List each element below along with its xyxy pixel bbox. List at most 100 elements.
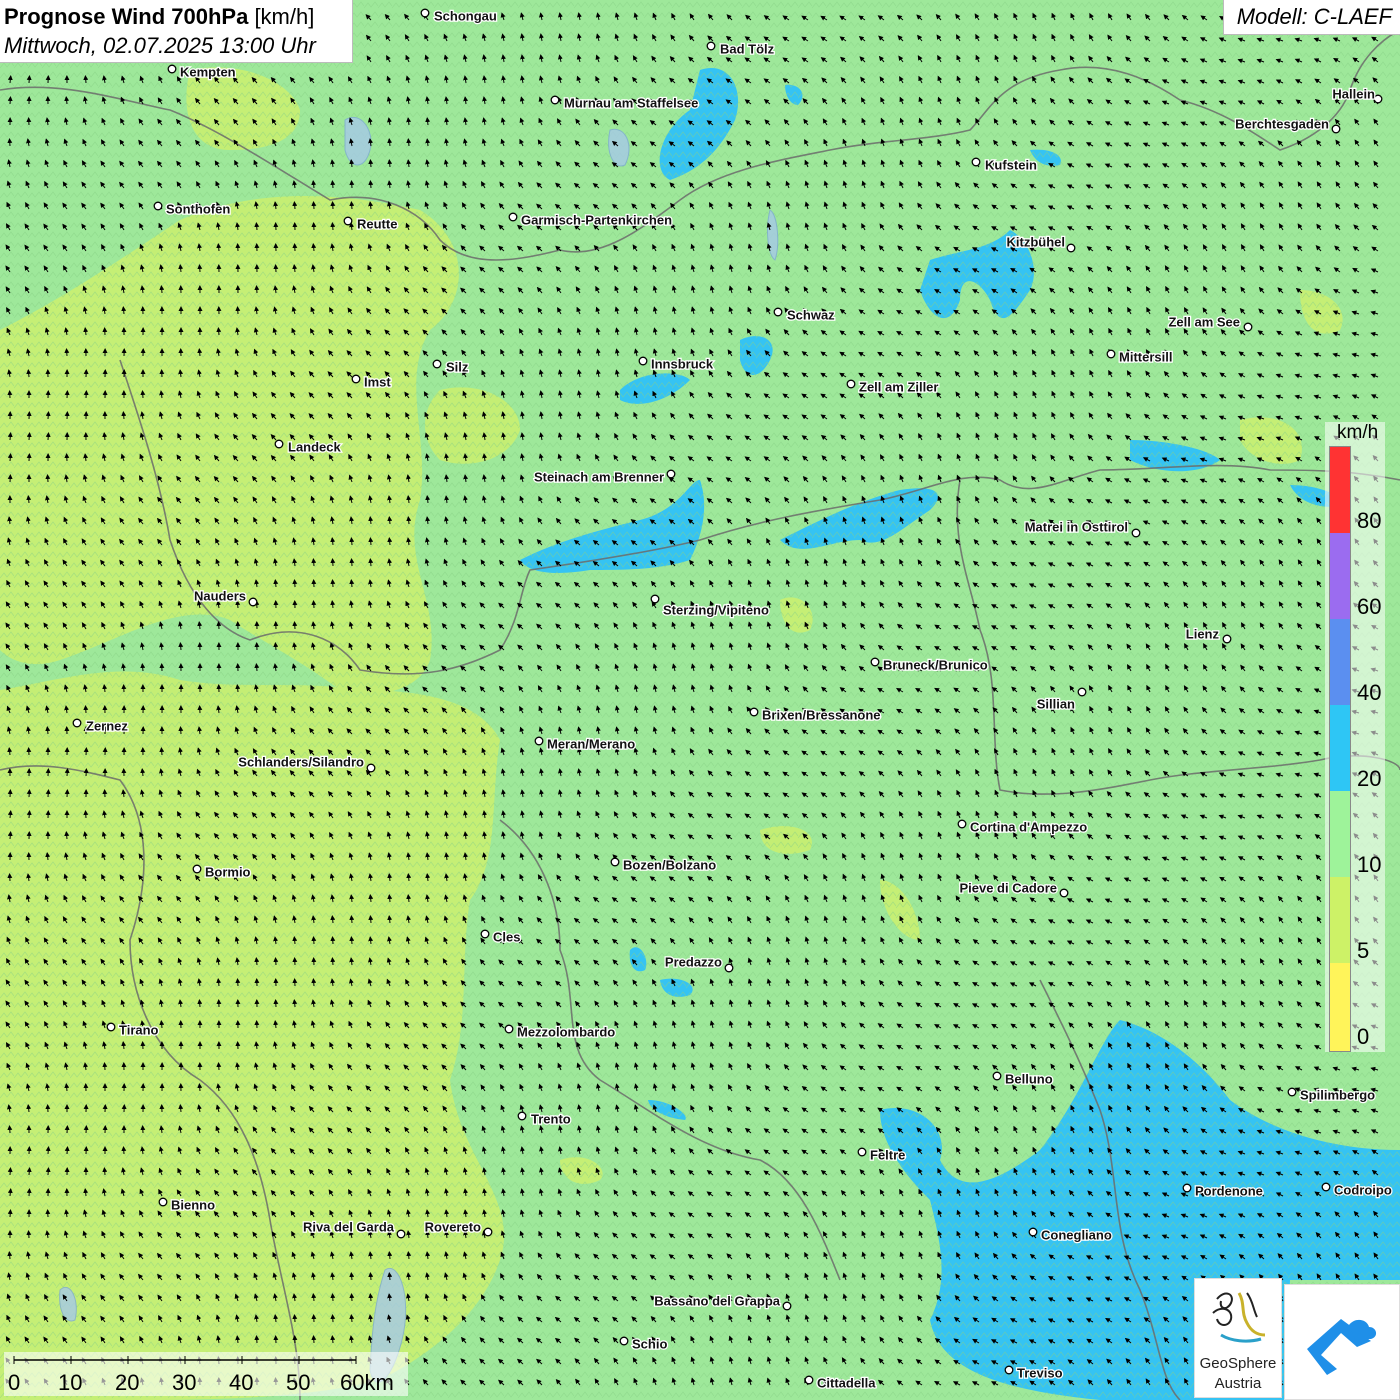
wind-arrow [368, 558, 374, 567]
wind-arrow [273, 642, 279, 651]
city-label: Kufstein [985, 157, 1037, 172]
wind-arrow [7, 1125, 13, 1134]
city-label: Innsbruck [651, 356, 714, 371]
wind-arrow [406, 1251, 412, 1260]
wind-arrow [83, 75, 89, 84]
city-marker: Bozen/Bolzano [610, 856, 717, 874]
wind-arrow [121, 306, 127, 315]
wind-arrow [368, 180, 374, 189]
wind-arrow [330, 1314, 336, 1323]
city-dot [504, 1024, 514, 1034]
wind-arrow [349, 1272, 355, 1281]
wind-arrow [159, 747, 165, 756]
wind-arrow [45, 789, 51, 798]
city-dot [158, 1197, 168, 1207]
city-marker: Schlanders/Silandro [237, 753, 376, 773]
wind-arrow [311, 201, 317, 210]
wind-arrow [159, 285, 165, 294]
city-dot [650, 594, 660, 604]
wind-arrow [26, 369, 32, 378]
city-label: Steinach am Brenner [534, 469, 664, 484]
wind-arrow [26, 75, 32, 84]
city-dot [343, 216, 353, 226]
city-label: Codroipo [1334, 1182, 1392, 1197]
city-marker: Brixen/Bressanone [749, 706, 882, 724]
city-dot [1287, 1087, 1297, 1097]
city-dot [971, 157, 981, 167]
wind-arrow [159, 1020, 165, 1029]
city-label: Imst [364, 374, 391, 389]
city-marker: Hallein [1331, 85, 1383, 104]
wind-arrow [368, 915, 374, 924]
wind-arrow [45, 432, 51, 441]
legend-tick: 60 [1357, 594, 1382, 619]
city-dot [72, 718, 82, 728]
city-dot [508, 212, 518, 222]
title-box: Prognose Wind 700hPa [km/h] Mittwoch, 02… [0, 0, 353, 63]
city-marker: Bassano del Grappa [653, 1292, 792, 1311]
city-label: Berchtesgaden [1235, 116, 1329, 131]
city-label: Bormio [205, 864, 251, 879]
wind-arrow [197, 264, 203, 273]
color-legend: km/h 80 60 40 20 10 5 0 [1325, 422, 1385, 1052]
wind-arrow [102, 1062, 108, 1071]
wind-arrow [387, 516, 393, 525]
wind-arrow [64, 348, 70, 357]
wind-arrow [216, 243, 222, 252]
wind-arrow [45, 474, 51, 483]
wind-arrow [197, 999, 203, 1008]
city-dot [550, 95, 560, 105]
wind-arrow [311, 936, 317, 945]
city-label: Meran/Merano [547, 736, 635, 751]
city-dot [1321, 1182, 1331, 1192]
wind-arrow [121, 411, 127, 420]
city-dot [1131, 528, 1141, 538]
city-dot [432, 359, 442, 369]
city-label: Spilimbergo [1300, 1087, 1375, 1102]
city-label: Sterzing/Vipiteno [663, 602, 769, 617]
city-marker: Zell am See [1167, 313, 1253, 332]
wind-arrow [273, 579, 279, 588]
wind-arrow [26, 432, 32, 441]
city-label: Feltre [870, 1147, 905, 1162]
wind-arrow [368, 894, 374, 903]
wind-arrow [235, 978, 241, 987]
city-label: Matrei in Osttirol [1025, 519, 1128, 534]
wind-arrow [26, 1230, 32, 1239]
model-box: Modell: C-LAEF [1223, 0, 1400, 35]
city-label: Landeck [288, 439, 342, 454]
city-dot [957, 819, 967, 829]
city-dot [782, 1301, 792, 1311]
wind-arrow [349, 915, 355, 924]
wind-arrow [292, 579, 298, 588]
city-label: Bad Tölz [720, 41, 775, 56]
wind-arrow [311, 558, 317, 567]
city-label: Bozen/Bolzano [623, 857, 716, 872]
wind-arrow [235, 306, 241, 315]
wind-arrow [83, 810, 89, 819]
wind-arrow [178, 1104, 184, 1113]
wind-arrow [292, 999, 298, 1008]
city-marker: Meran/Merano [534, 735, 636, 753]
city-dot [804, 1375, 814, 1385]
wind-arrow [273, 957, 279, 966]
wind-arrow [102, 1167, 108, 1176]
wind-arrow [406, 516, 412, 525]
city-dot [420, 8, 430, 18]
city-dot [167, 64, 177, 74]
wind-arrow [26, 1188, 32, 1197]
city-label: Riva del Garda [303, 1219, 395, 1234]
wind-arrow [178, 642, 184, 651]
wind-arrow [7, 453, 13, 462]
city-label: Treviso [1017, 1365, 1063, 1380]
city-label: Schio [632, 1336, 667, 1351]
wind-arrow [216, 621, 222, 630]
city-dot [1028, 1227, 1038, 1237]
city-dot [773, 307, 783, 317]
wind-arrow [45, 1167, 51, 1176]
wind-arrow [254, 222, 260, 231]
city-label: Conegliano [1041, 1227, 1112, 1242]
map-title: Prognose Wind 700hPa [km/h] [4, 4, 315, 29]
wind-arrow [349, 180, 355, 189]
wind-arrow [292, 936, 298, 945]
